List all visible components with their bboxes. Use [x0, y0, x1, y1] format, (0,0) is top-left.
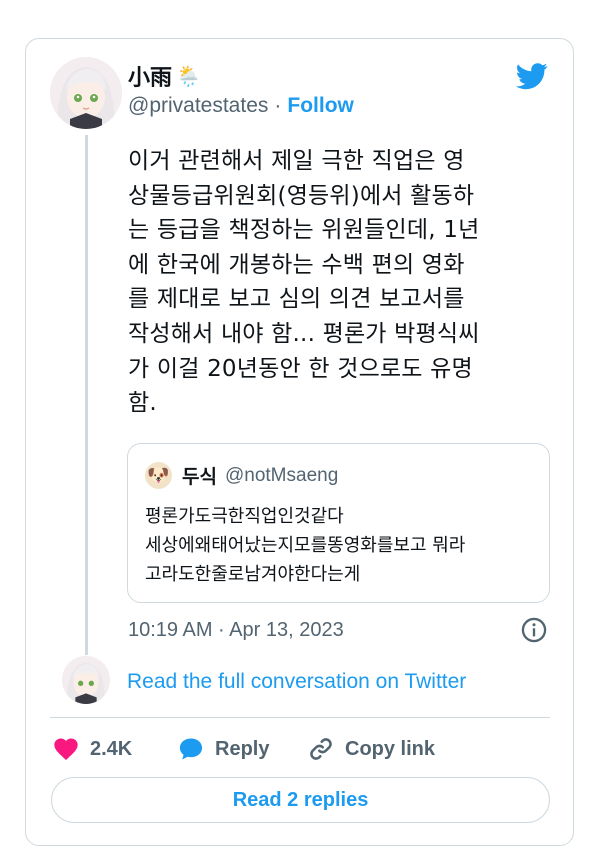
twitter-bird-icon[interactable] [513, 60, 551, 92]
info-icon[interactable] [520, 616, 548, 644]
like-button[interactable]: 2.4K [52, 732, 132, 766]
quoted-text-line: 평론가도극한직업인것같다 [145, 506, 344, 527]
quoted-tweet[interactable]: 🐶 두식 @notMsaeng 평론가도극한직업인것같다 세상에왜태어났는지모를… [127, 443, 550, 603]
tweet-text-line: 상물등급위원회(영등위)에서 활동하 [128, 182, 475, 209]
author-handle-row: @privatestates · Follow [128, 94, 354, 118]
author-name-row[interactable]: 小雨 🌦️ [128, 60, 201, 92]
thread-line [85, 135, 88, 655]
speech-bubble-icon [179, 738, 203, 760]
tweet-text-line: 를 제대로 보고 심의 의견 보고서를 [128, 286, 465, 313]
quoted-tweet-text: 평론가도극한직업인것같다 세상에왜태어났는지모를똥영화를보고 뭐라 고라도한줄로… [145, 502, 465, 589]
author-avatar[interactable] [50, 57, 122, 129]
action-bar: 2.4K Reply Copy link [52, 732, 552, 766]
tweet-text-line: 함. [128, 390, 157, 417]
quoted-tweet-header: 🐶 두식 @notMsaeng [145, 462, 338, 489]
conversation-avatar [62, 656, 110, 704]
reply-button[interactable]: Reply [177, 732, 269, 766]
read-full-conversation-link[interactable]: Read the full conversation on Twitter [127, 670, 466, 694]
author-handle[interactable]: @privatestates [128, 94, 268, 117]
quoted-author-handle: @notMsaeng [224, 464, 339, 486]
quoted-avatar-dog-icon: 🐶 [145, 462, 172, 489]
like-count: 2.4K [90, 737, 133, 760]
tweet-text: 이거 관련해서 제일 극한 직업은 영 상물등급위원회(영등위)에서 활동하 는… [128, 144, 548, 421]
quoted-text-line: 고라도한줄로남겨야한다는게 [145, 564, 361, 585]
copy-link-label: Copy link [345, 737, 436, 760]
tweet-text-line: 이거 관련해서 제일 극한 직업은 영 [128, 148, 465, 174]
divider [50, 717, 550, 718]
follow-link[interactable]: Follow [287, 94, 354, 117]
tweet-text-line: 작성해서 내야 함... 평론가 박평식씨 [128, 320, 480, 347]
separator-dot: · [274, 94, 282, 117]
read-replies-button[interactable]: Read 2 replies [51, 777, 550, 823]
link-icon [310, 738, 332, 760]
reply-label: Reply [215, 737, 270, 760]
tweet-timestamp[interactable]: 10:19 AM · Apr 13, 2023 [128, 619, 344, 642]
author-display-name[interactable]: 小雨 [128, 60, 172, 92]
tweet-text-line: 에 한국에 개봉하는 수백 편의 영화 [128, 251, 465, 278]
heart-icon [54, 738, 78, 760]
tweet-text-line: 가 이걸 20년동안 한 것으로도 유명 [128, 355, 473, 382]
weather-emoji-icon: 🌦️ [176, 65, 201, 88]
copy-link-button[interactable]: Copy link [307, 732, 435, 766]
quoted-text-line: 세상에왜태어났는지모를똥영화를보고 뭐라 [145, 535, 466, 556]
tweet-text-line: 는 등급을 책정하는 위원들인데, 1년 [128, 217, 480, 244]
quoted-author-name: 두식 [182, 466, 217, 488]
read-replies-label: Read 2 replies [232, 788, 369, 811]
